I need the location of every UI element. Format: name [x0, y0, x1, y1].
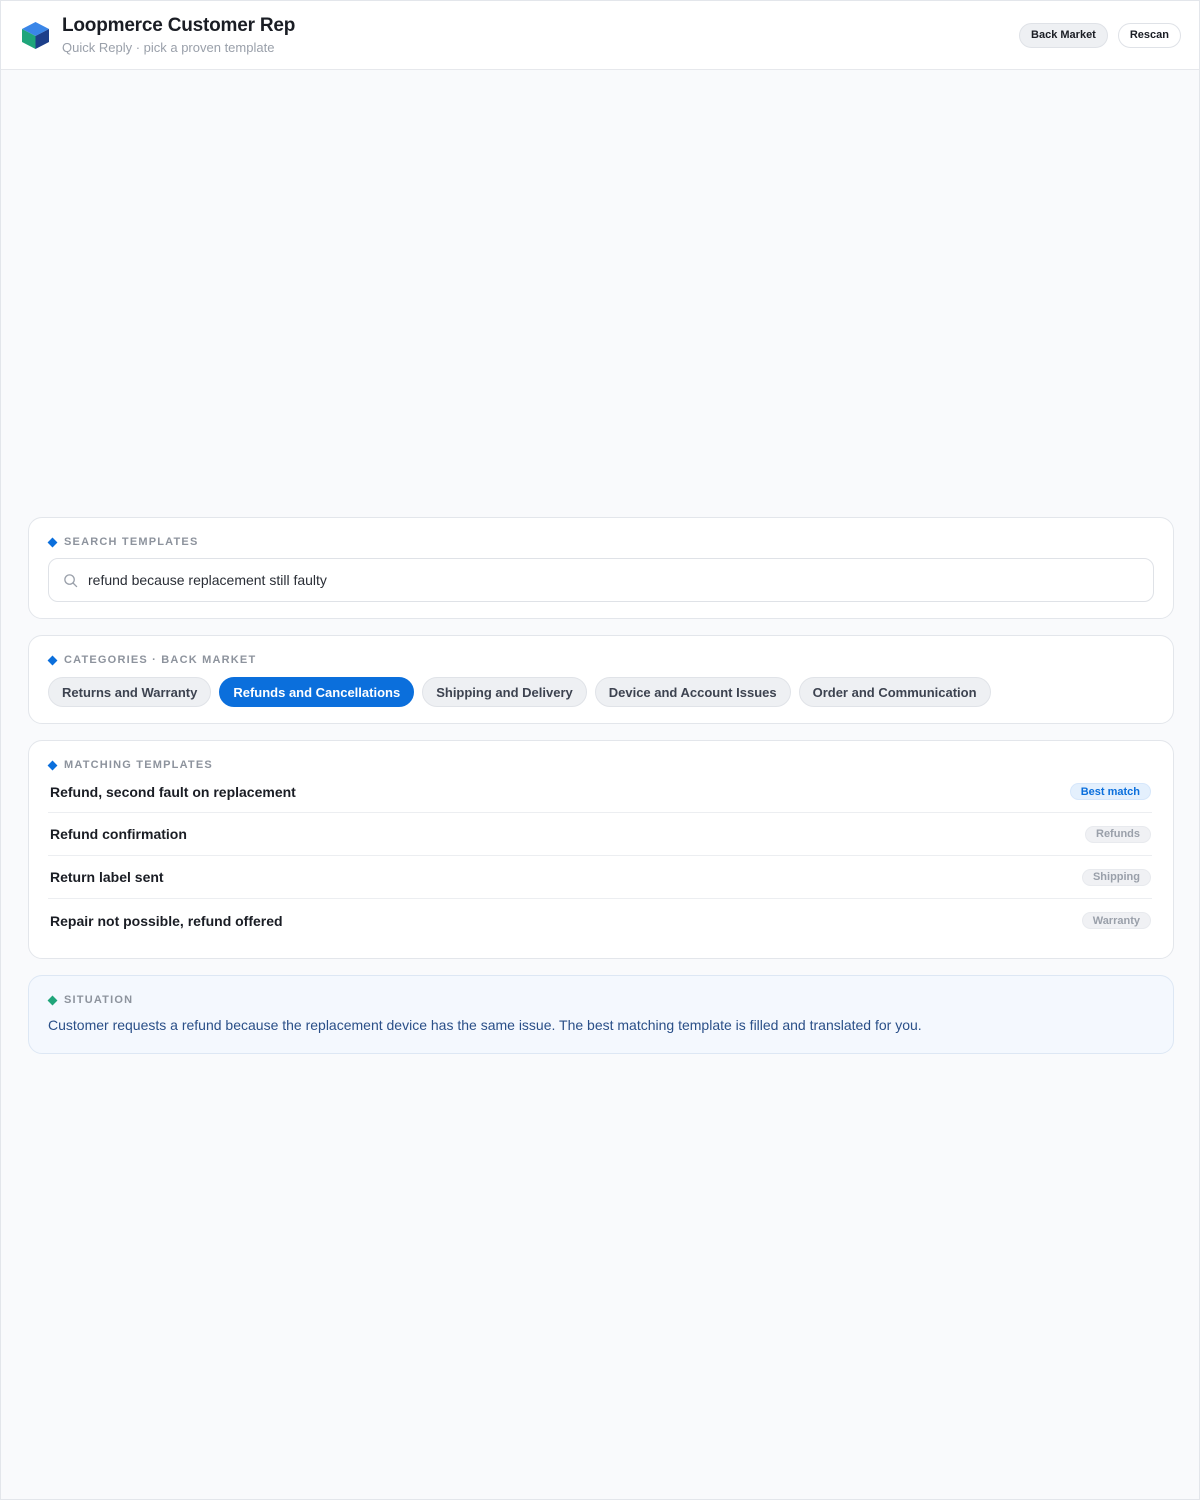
search-box[interactable] [48, 558, 1154, 602]
search-label-text: SEARCH TEMPLATES [64, 536, 199, 548]
categories-label-text: CATEGORIES · BACK MARKET [64, 654, 257, 666]
templates-label-text: MATCHING TEMPLATES [64, 759, 213, 771]
templates-section-label: MATCHING TEMPLATES [47, 759, 1152, 771]
category-chip-returns-warranty[interactable]: Returns and Warranty [48, 677, 212, 707]
cube-logo-icon [22, 21, 49, 49]
template-title: Repair not possible, refund offered [50, 912, 283, 929]
category-chip-order-communication[interactable]: Order and Communication [798, 677, 991, 707]
situation-card: SITUATION Customer requests a refund bec… [28, 975, 1174, 1054]
categories-card: CATEGORIES · BACK MARKET Returns and War… [28, 635, 1174, 724]
category-chip-shipping-delivery[interactable]: Shipping and Delivery [422, 677, 587, 707]
search-input[interactable] [88, 572, 1139, 588]
template-row[interactable]: Refund confirmation Refunds [48, 813, 1152, 856]
app-subtitle: Quick Reply · pick a proven template [62, 40, 275, 55]
template-list: Refund, second fault on replacement Best… [48, 771, 1152, 942]
template-row[interactable]: Return label sent Shipping [48, 856, 1152, 899]
template-title: Refund, second fault on replacement [50, 783, 296, 800]
market-button[interactable]: Back Market [1019, 22, 1108, 48]
template-title: Return label sent [50, 869, 164, 885]
situation-section-label: SITUATION [47, 994, 1154, 1006]
category-badge: Refunds [1085, 825, 1151, 843]
app-title: Loopmerce Customer Rep [62, 15, 296, 36]
categories-section-label: CATEGORIES · BACK MARKET [47, 654, 1154, 666]
diamond-icon [47, 537, 58, 547]
top-actions: Back Market Rescan [1019, 22, 1181, 48]
search-icon [64, 573, 78, 587]
category-chip-refunds-cancellations[interactable]: Refunds and Cancellations [219, 677, 415, 707]
category-badge: Warranty [1081, 912, 1151, 929]
category-chip-device-account[interactable]: Device and Account Issues [594, 677, 791, 707]
template-row[interactable]: Repair not possible, refund offered Warr… [48, 899, 1152, 942]
diamond-icon [47, 655, 58, 665]
situation-label-text: SITUATION [64, 994, 134, 1006]
title-block: Loopmerce Customer Rep Quick Reply · pic… [62, 15, 295, 55]
best-match-badge: Best match [1069, 783, 1151, 800]
category-badge: Shipping [1081, 868, 1151, 886]
template-title: Refund confirmation [50, 826, 187, 842]
top-bar: Loopmerce Customer Rep Quick Reply · pic… [1, 1, 1199, 70]
search-section-label: SEARCH TEMPLATES [47, 536, 1154, 548]
search-card: SEARCH TEMPLATES [28, 517, 1174, 619]
category-chips: Returns and Warranty Refunds and Cancell… [48, 677, 1154, 707]
diamond-icon [47, 995, 58, 1005]
rescan-button[interactable]: Rescan [1117, 22, 1181, 48]
situation-text: Customer requests a refund because the r… [48, 1017, 922, 1033]
templates-card: MATCHING TEMPLATES Refund, second fault … [28, 740, 1174, 959]
template-row[interactable]: Refund, second fault on replacement Best… [48, 771, 1152, 813]
diamond-icon [47, 760, 58, 770]
